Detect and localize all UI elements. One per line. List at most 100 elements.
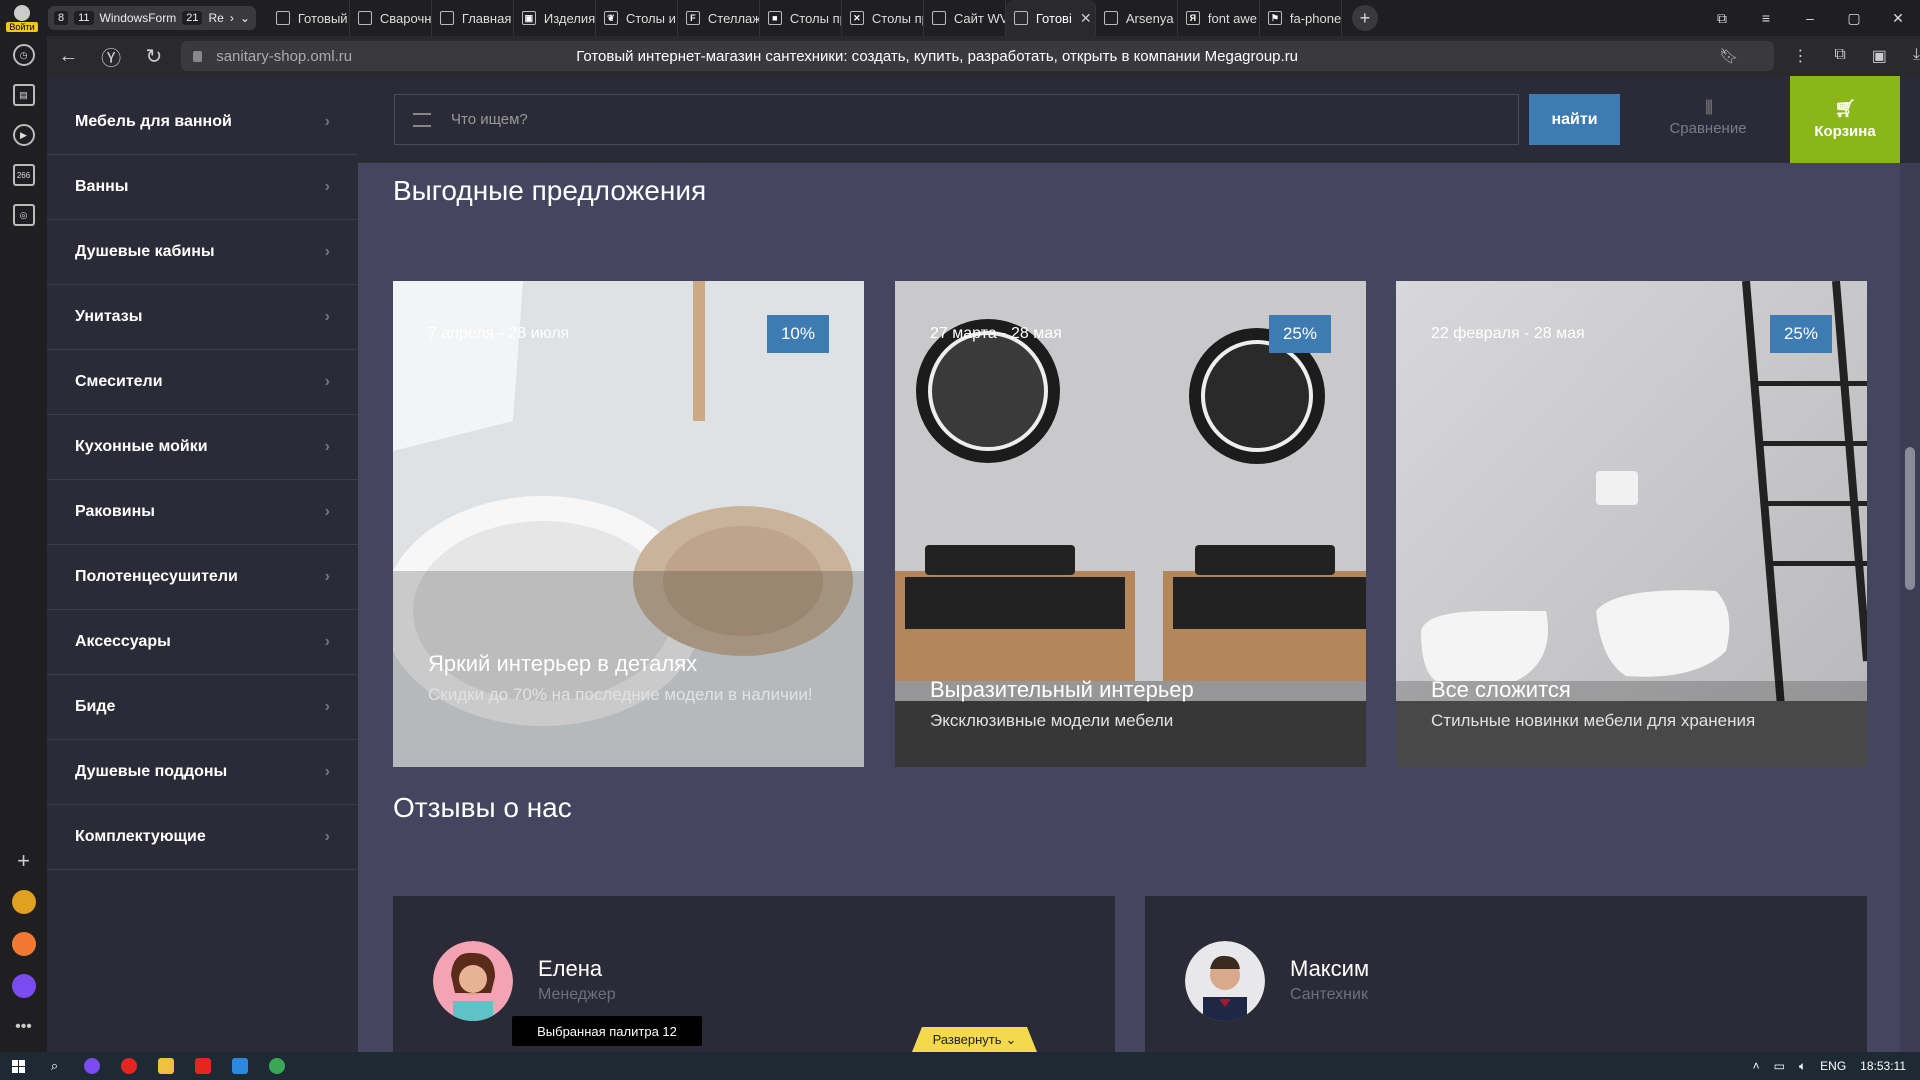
history-icon[interactable]: ◷ — [12, 44, 35, 66]
yandex-home-icon[interactable]: Ⓨ — [90, 42, 133, 71]
filter-icon[interactable] — [413, 112, 431, 127]
tab[interactable]: F Стеллаж — [678, 0, 760, 36]
scrollbar-thumb[interactable] — [1905, 447, 1915, 590]
chevron-right-icon: › — [324, 243, 330, 260]
chevron-right-icon: › — [324, 503, 330, 520]
screenshot-icon[interactable]: ◎ — [12, 204, 35, 226]
tab[interactable]: Arsenya — [1096, 0, 1178, 36]
network-icon[interactable]: ▭ — [1774, 1059, 1785, 1073]
chevron-right-icon: › — [324, 178, 330, 195]
catalog-item[interactable]: Полотенцесушители › — [47, 545, 358, 610]
search-icon[interactable]: ⌕ — [36, 1052, 73, 1080]
downloads-icon[interactable]: ⤓ — [1913, 46, 1920, 66]
tab-label: Готові — [1035, 10, 1072, 26]
clock[interactable]: 18:53:11 — [1860, 1059, 1906, 1073]
tab[interactable]: Сварочн — [350, 0, 432, 36]
file-explorer-icon[interactable] — [147, 1052, 184, 1080]
minimize-button[interactable]: – — [1788, 10, 1832, 26]
tab-active[interactable]: Готові ✕ — [1005, 0, 1096, 36]
catalog-item[interactable]: Унитазы › — [47, 285, 358, 350]
tab[interactable]: ❦ Столы и — [596, 0, 678, 36]
catalog-item[interactable]: Душевые кабины › — [47, 220, 358, 285]
badge-266-icon[interactable]: 266 — [12, 164, 35, 186]
url-field[interactable]: sanitary-shop.oml.ru Готовый интернет-ма… — [181, 41, 1775, 71]
tab-label: Стеллаж — [707, 10, 760, 26]
add-panel-icon[interactable]: + — [13, 848, 35, 873]
lock-icon — [193, 50, 203, 62]
page-scrollbar[interactable] — [1900, 163, 1920, 1052]
mail-icon[interactable] — [11, 932, 36, 956]
vscode-icon[interactable] — [221, 1052, 258, 1080]
yandex-browser-taskbar-icon[interactable] — [184, 1052, 221, 1080]
catalog-item[interactable]: Биде › — [47, 675, 358, 740]
catalog-item[interactable]: Кухонные мойки › — [47, 415, 358, 480]
profile-extension-icon[interactable]: ▣ — [1872, 46, 1887, 66]
offer-card[interactable]: 7 апреля - 28 июля 10% Яркий интерьер в … — [393, 281, 864, 767]
tab[interactable]: ■ Столы пр — [760, 0, 842, 36]
tab[interactable]: ⚑ fa-phone — [1260, 0, 1342, 36]
new-tab-button[interactable]: + — [1351, 5, 1378, 31]
catalog-item-label: Комплектующие — [75, 828, 206, 845]
catalog-item[interactable]: Мебель для ванной › — [47, 90, 358, 155]
browser-sidebar: ◷ ▤ ▶ 266 ◎ + ••• — [0, 36, 47, 1052]
bookmark-icon[interactable]: 🔖︎ — [1719, 47, 1738, 65]
reload-button[interactable]: ↻ — [132, 44, 175, 69]
cart-button[interactable]: 🛒︎ Корзина — [1790, 76, 1900, 163]
catalog-item[interactable]: Душевые поддоны › — [47, 740, 358, 805]
yandex-taskbar-icon[interactable] — [110, 1052, 147, 1080]
catalog-item[interactable]: Ванны › — [47, 155, 358, 220]
chevron-up-icon[interactable]: ˄ — [1753, 1059, 1760, 1073]
tab-label: Столы пр — [789, 10, 842, 26]
video-icon[interactable]: ▶ — [12, 124, 35, 146]
collections-icon[interactable]: ▤ — [12, 84, 35, 106]
more-icon[interactable]: ••• — [13, 1016, 35, 1038]
close-button[interactable]: ✕ — [1876, 10, 1920, 27]
tab[interactable]: Главная — [432, 0, 514, 36]
chrome-icon[interactable] — [258, 1052, 295, 1080]
offer-card[interactable]: 27 марта - 28 мая 25% Выразительный инте… — [895, 281, 1366, 767]
compare-button[interactable]: ||| Сравнение — [1658, 98, 1758, 137]
tab[interactable]: ▣ Изделия — [514, 0, 596, 36]
tab[interactable]: Готовый — [268, 0, 350, 36]
tab[interactable]: Яfont awe — [1178, 0, 1260, 36]
login-button[interactable]: Войти — [0, 0, 44, 36]
chevron-right-icon: › — [324, 763, 330, 780]
tools-icon: ✕ — [849, 11, 864, 25]
collections-icon[interactable]: ⧉ — [1700, 10, 1744, 27]
tab-label: fa-phone — [1289, 10, 1342, 26]
game-icon[interactable] — [11, 890, 36, 914]
offer-card[interactable]: 22 февраля - 28 мая 25% Все сложится Сти… — [1396, 281, 1867, 767]
catalog-item-label: Ванны — [75, 178, 129, 195]
volume-icon[interactable]: 🔈︎ — [1799, 1059, 1806, 1074]
catalog-item[interactable]: Раковины › — [47, 480, 358, 545]
catalog-item[interactable]: Комплектующие › — [47, 805, 358, 870]
tab-label: Сварочн — [379, 10, 432, 26]
alice-icon[interactable] — [11, 974, 36, 998]
windows-start-icon[interactable] — [0, 1059, 36, 1073]
kebab-menu-icon[interactable]: ⋮ — [1792, 46, 1808, 66]
tab-group[interactable]: 8 11 WindowsForm 21 Re › ⌄ — [48, 6, 256, 30]
discount-badge: 25% — [1769, 315, 1832, 353]
palette-tooltip: Выбранная палитра 12 — [512, 1016, 702, 1046]
catalog-item-label: Душевые кабины — [75, 243, 215, 260]
menu-icon[interactable]: ≡ — [1744, 10, 1788, 26]
tab[interactable]: ✕ Столы пр — [842, 0, 924, 36]
close-tab-icon[interactable]: ✕ — [1080, 10, 1092, 27]
language-indicator[interactable]: ENG — [1820, 1059, 1846, 1073]
search-button[interactable]: найти — [1529, 94, 1620, 145]
offer-date: 7 апреля - 28 июля — [428, 325, 570, 342]
tab[interactable]: Сайт WV — [924, 0, 1006, 36]
maximize-button[interactable]: ▢ — [1832, 10, 1876, 27]
catalog-item[interactable]: Аксессуары › — [47, 610, 358, 675]
chevron-down-icon[interactable]: ⌄ — [240, 11, 250, 25]
catalog-item-label: Мебель для ванной — [75, 113, 232, 130]
url-text: sanitary-shop.oml.ru — [216, 47, 353, 65]
catalog-item[interactable]: Смесители › — [47, 350, 358, 415]
image-icon: ▣ — [521, 11, 536, 25]
f-icon: F — [685, 11, 700, 25]
alice-taskbar-icon[interactable] — [73, 1052, 110, 1080]
search-input[interactable]: Что ищем? — [394, 94, 1519, 145]
translate-icon[interactable]: ⧉ — [1834, 46, 1845, 66]
expand-button[interactable]: Развернуть ⌄ — [912, 1027, 1037, 1052]
back-button[interactable]: ← — [47, 45, 90, 68]
